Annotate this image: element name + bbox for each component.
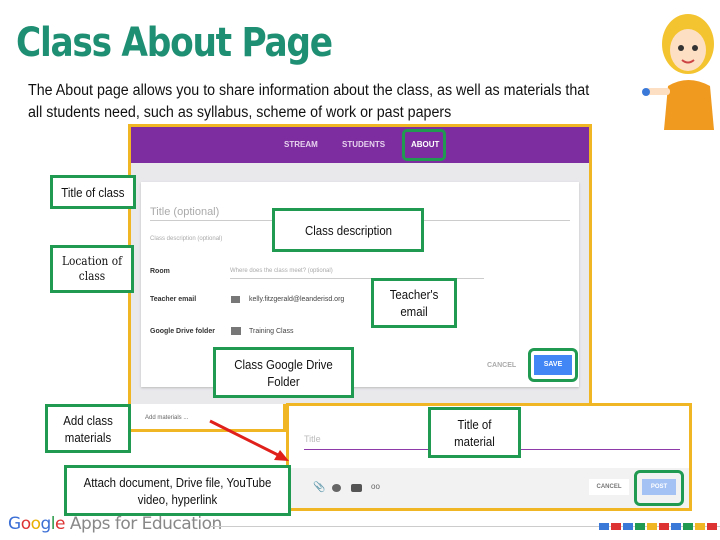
callout-drive-folder: Class Google Drive Folder: [213, 347, 354, 398]
paperclip-icon[interactable]: 📎: [313, 482, 325, 493]
material-title-input[interactable]: Title: [304, 434, 321, 444]
callout-text: Add class materials: [63, 412, 113, 445]
youtube-icon[interactable]: [351, 484, 362, 492]
callout-title-of-class: Title of class: [50, 175, 136, 209]
about-highlight: [402, 129, 446, 161]
add-materials-input[interactable]: Add materials ...: [145, 415, 188, 421]
tab-stream[interactable]: STREAM: [284, 140, 318, 149]
drive-icon[interactable]: [332, 484, 341, 492]
room-label: Room: [150, 268, 170, 275]
classroom-screenshot: STREAM STUDENTS ABOUT Title (optional) C…: [128, 124, 592, 410]
callout-title-of-material: Title of material: [428, 407, 521, 458]
callout-text: Title of material: [454, 416, 495, 449]
callout-text: Class description: [304, 222, 392, 238]
material-cancel-button[interactable]: CANCEL: [589, 479, 629, 495]
callout-text: Class Google Drive Folder: [234, 356, 333, 389]
callout-text: Location of class: [61, 254, 122, 283]
callout-text: Title of class: [61, 184, 125, 200]
callout-text: Attach document, Drive file, YouTube vid…: [83, 474, 272, 507]
link-icon[interactable]: oo: [371, 482, 380, 491]
callout-attach: Attach document, Drive file, YouTube vid…: [64, 465, 291, 516]
callout-class-description: Class description: [272, 208, 424, 252]
cancel-button[interactable]: CANCEL: [487, 362, 516, 369]
teacher-cartoon: [642, 14, 714, 130]
color-strip: [599, 517, 719, 535]
mail-icon: [231, 296, 240, 303]
room-input[interactable]: Where does the class meet? (optional): [230, 268, 333, 274]
callout-text: Teacher's email: [389, 287, 439, 319]
title-input[interactable]: Title (optional): [150, 206, 219, 218]
google-apps-logo: Google Apps for Education: [8, 514, 222, 534]
callout-location: Location of class: [50, 245, 134, 293]
tab-students[interactable]: STUDENTS: [342, 140, 385, 149]
description-input[interactable]: Class description (optional): [150, 236, 222, 242]
page-subtitle: The About page allows you to share infor…: [28, 82, 590, 121]
email-label: Teacher email: [150, 296, 197, 303]
add-materials-box: Add materials ...: [128, 404, 286, 432]
classroom-header: STREAM STUDENTS ABOUT: [131, 127, 589, 163]
drive-folder-link[interactable]: Training Class: [249, 328, 293, 335]
post-highlight: [634, 470, 684, 506]
folder-icon: [231, 327, 241, 335]
callout-teacher-email: Teacher's email: [371, 278, 457, 328]
callout-add-materials: Add class materials: [45, 404, 131, 453]
drive-label: Google Drive folder: [150, 328, 215, 335]
email-value: kelly.fitzgerald@leanderisd.org: [249, 296, 345, 303]
page-title: Class About Page: [16, 20, 333, 66]
save-highlight: [528, 348, 578, 382]
